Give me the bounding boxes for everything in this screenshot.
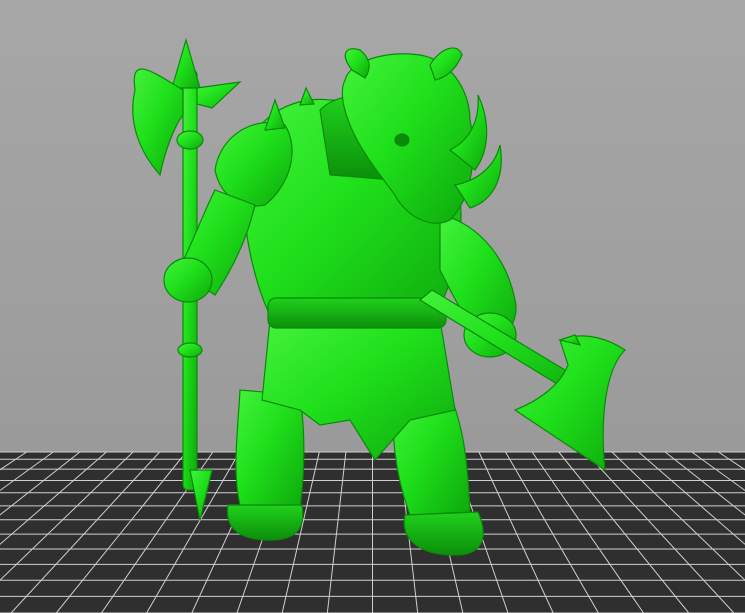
rhino-eye <box>394 133 410 147</box>
shoulder-spike-small <box>299 86 315 106</box>
halberd-axe-blade <box>132 68 184 177</box>
halberd-top-spike <box>171 37 201 89</box>
print-bed-grid <box>0 451 745 613</box>
belt <box>267 297 447 329</box>
halberd-collar <box>176 130 204 150</box>
halberd-ring <box>177 342 203 358</box>
left-fist <box>163 257 213 303</box>
halberd-hook <box>196 81 242 109</box>
viewport-canvas[interactable] <box>0 0 745 613</box>
right-ear <box>429 47 463 81</box>
3d-viewport[interactable] <box>0 0 745 613</box>
